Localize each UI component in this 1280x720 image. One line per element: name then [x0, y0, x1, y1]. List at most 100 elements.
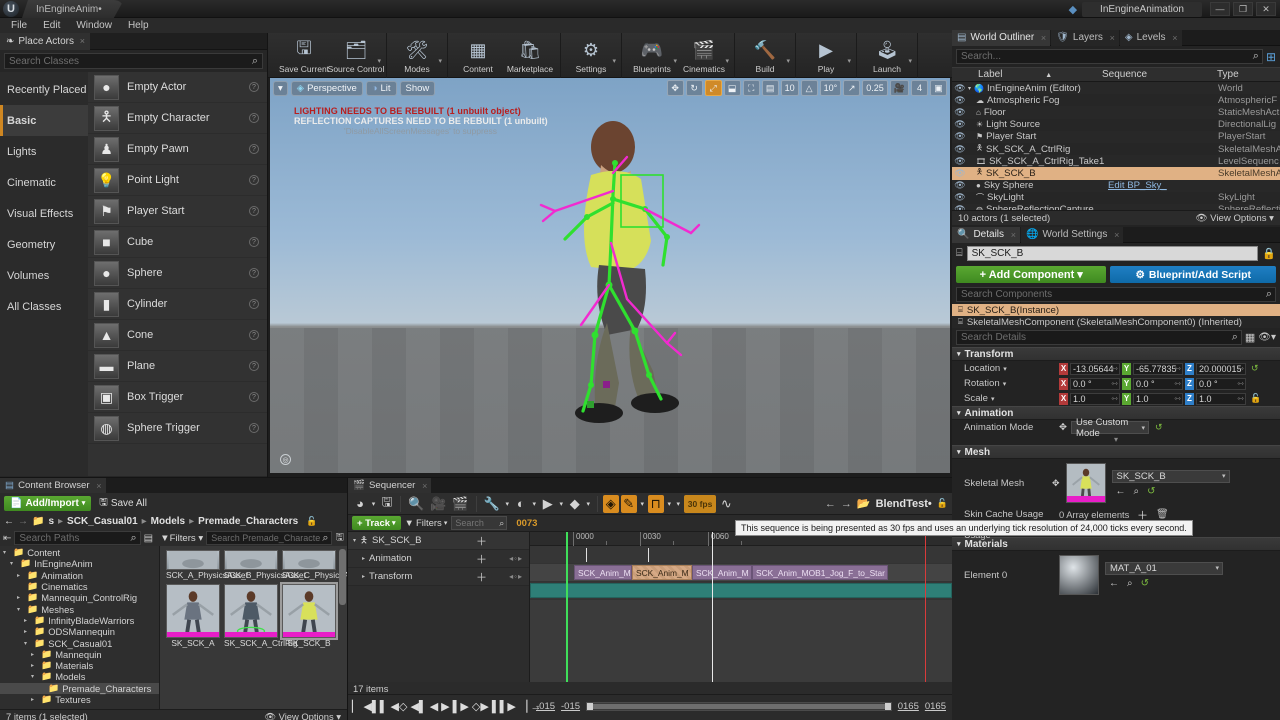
expander-icon[interactable]: ▾ — [31, 673, 38, 680]
toolbar-marketplace-button[interactable]: 🛍 Marketplace — [504, 35, 556, 78]
lock-icon[interactable]: 🔓 — [306, 516, 317, 527]
breadcrumb-segment[interactable]: s — [48, 516, 54, 527]
place-actor-item[interactable]: 🯅 Empty Character? — [88, 103, 267, 134]
tree-node[interactable]: ▸ 📁 Mannequin — [0, 649, 159, 660]
chevron-down-icon[interactable]: ▾ — [725, 57, 729, 65]
toolbar-source-control-button[interactable]: 🗂 Source Control ▾ — [328, 35, 385, 78]
help-icon[interactable]: ? — [249, 361, 259, 371]
asset-thumbnail[interactable] — [166, 584, 220, 638]
help-icon[interactable]: ? — [249, 237, 259, 247]
asset-tile[interactable]: SK_SCK_B — [280, 582, 338, 648]
location-x-field[interactable]: -13.05644 ⇿ — [1070, 362, 1120, 375]
outliner-row-sequence[interactable]: Edit BP_Sky_ — [1108, 180, 1218, 191]
skeletal-mesh-thumbnail[interactable] — [1065, 463, 1106, 503]
blueprint-add-script-button[interactable]: ⚙ Blueprint/Add Script — [1110, 266, 1276, 283]
key-navigation-icons[interactable]: ◂◦▸ — [509, 554, 523, 563]
browse-to-asset-icon[interactable]: ← — [1109, 578, 1119, 589]
breadcrumb-segment[interactable]: Models — [151, 516, 185, 527]
add-import-button[interactable]: 📄 Add/Import ▾ — [4, 495, 92, 511]
chevron-down-icon[interactable]: ▾ — [991, 395, 995, 403]
tree-node[interactable]: ▸ 📁 Materials — [0, 660, 159, 671]
add-to-track-icon[interactable]: ＋ — [476, 551, 487, 567]
drag-handle-icon[interactable]: ⇿ — [1111, 364, 1118, 373]
add-component-button[interactable]: + Add Component ▾ — [956, 266, 1107, 283]
outliner-row[interactable]: 👁 ● Sky Sphere Edit BP_Sky_ — [952, 179, 1280, 192]
fps-selector[interactable]: 30 fps — [683, 494, 717, 513]
rotation-x-field[interactable]: 0.0 ° ⇿ — [1070, 377, 1120, 390]
toolbar-modes-button[interactable]: 🛠 Modes ▾ — [391, 35, 443, 78]
next-key-icon[interactable]: ◇▶ — [472, 700, 489, 713]
place-actor-item[interactable]: ● Sphere? — [88, 258, 267, 289]
chevron-down-icon[interactable]: ▾ — [370, 495, 377, 513]
menu-item-file[interactable]: File — [4, 19, 34, 32]
breadcrumb-segment[interactable]: Premade_Characters — [198, 516, 298, 527]
actor-name-field[interactable]: SK_SCK_B — [966, 246, 1259, 261]
column-header-sequence[interactable]: Sequence — [1102, 69, 1217, 80]
place-actor-item[interactable]: ▣ Box Trigger? — [88, 382, 267, 413]
visibility-eye-icon[interactable]: 👁 — [952, 168, 968, 179]
render-movie-icon[interactable]: 🎬 — [450, 495, 470, 513]
content-browser-view-options[interactable]: 👁 View Options ▾ — [264, 711, 341, 720]
component-row[interactable]: ⌸ SK_SCK_B(Instance) — [952, 304, 1280, 316]
asset-thumbnail[interactable] — [224, 550, 278, 570]
tree-node[interactable]: ▾ 📁 InEngineAnim — [0, 558, 159, 569]
chevron-down-icon[interactable]: ▾ — [585, 495, 592, 513]
close-icon[interactable]: × — [422, 481, 427, 491]
scale-icon[interactable]: ⤢ — [704, 80, 722, 96]
play-icon[interactable]: ▶ — [441, 700, 449, 713]
drag-handle-icon[interactable]: ⇿ — [1237, 379, 1244, 388]
drag-handle-icon[interactable]: ⇿ — [1237, 364, 1244, 373]
chevron-down-icon[interactable]: ▾ — [558, 495, 565, 513]
step-back-large-icon[interactable]: ◀▌▌ — [363, 700, 387, 713]
rotation-snap-value[interactable]: 10° — [819, 80, 842, 96]
chevron-down-icon[interactable]: ▾ — [786, 57, 790, 65]
tab-sequencer[interactable]: 🎬 Sequencer × — [348, 478, 432, 493]
asset-thumbnail[interactable] — [280, 582, 338, 640]
animation-clip[interactable]: SCK_Anim_MOB1_Jog_F_to_Star — [752, 565, 888, 580]
place-actors-category-all-classes[interactable]: All Classes — [0, 291, 88, 322]
help-icon[interactable]: ? — [249, 113, 259, 123]
grid-size-value[interactable]: 10 — [780, 80, 799, 96]
toolbar-build-button[interactable]: 🔨 Build ▾ — [739, 35, 791, 78]
reset-animation-mode-icon[interactable]: ↺ — [1155, 422, 1163, 433]
expander-icon[interactable]: ▸ — [362, 555, 365, 562]
toolbar-content-button[interactable]: ▦ Content — [452, 35, 504, 78]
tree-node[interactable]: 📁 Cinematics — [0, 581, 159, 592]
outliner-row[interactable]: 👁 ☁ Atmospheric Fog AtmosphericF — [952, 94, 1280, 106]
toolbar-launch-button[interactable]: 🕹 Launch ▾ — [861, 35, 913, 78]
create-camera-icon[interactable]: 🎥 — [428, 495, 448, 513]
project-tab[interactable]: InEngineAnim• — [22, 0, 124, 18]
visibility-eye-icon[interactable]: 👁 — [952, 192, 968, 203]
step-forward-icon[interactable]: ▌▶ — [453, 700, 469, 713]
rotate-icon[interactable]: ↻ — [685, 80, 703, 96]
snapping-icon[interactable]: ⊓ — [647, 494, 664, 513]
place-actor-item[interactable]: ♟ Empty Pawn? — [88, 134, 267, 165]
tree-node[interactable]: ▸ 📁 ODSMannequin — [0, 626, 159, 637]
actions-icon[interactable]: 🔧 — [482, 495, 502, 513]
menu-item-window[interactable]: Window — [69, 19, 119, 32]
toolbar-play-button[interactable]: ▶ Play ▾ — [800, 35, 852, 78]
rotation-y-field[interactable]: 0.0 ° ⇿ — [1133, 377, 1183, 390]
lock-icon[interactable]: 🔓 — [937, 498, 948, 509]
location-z-field[interactable]: 20.000015 ⇿ — [1196, 362, 1246, 375]
asset-tile[interactable]: SK_SCK_A — [166, 584, 220, 648]
tree-node[interactable]: 📁 Premade_Characters — [0, 682, 159, 694]
chevron-down-icon[interactable]: ▾ — [377, 57, 381, 65]
expander-icon[interactable]: ▾ — [17, 606, 24, 613]
scale-z-field[interactable]: 1.0 ⇿ — [1196, 392, 1246, 405]
toolbar-settings-button[interactable]: ⚙ Settings ▾ — [565, 35, 617, 78]
animation-clip[interactable]: SCK_Anim_M — [574, 565, 632, 580]
visibility-eye-icon[interactable]: 👁 — [952, 119, 968, 130]
skeletal-mesh-keyframe-icon[interactable]: ✥ — [1052, 478, 1060, 489]
drag-handle-icon[interactable]: ⇿ — [1237, 394, 1244, 403]
reset-mesh-icon[interactable]: ↺ — [1147, 486, 1155, 497]
visibility-eye-icon[interactable]: 👁 — [952, 83, 968, 94]
menu-item-edit[interactable]: Edit — [36, 19, 67, 32]
close-icon[interactable]: × — [96, 481, 101, 491]
chevron-down-icon[interactable]: ▾ — [666, 495, 673, 513]
help-icon[interactable]: ? — [249, 392, 259, 402]
chevron-down-icon[interactable]: ▾ — [847, 57, 851, 65]
general-options-icon[interactable]: ◕ — [352, 495, 368, 513]
viewport-view-mode-button[interactable]: ◑ Lit — [365, 80, 397, 96]
outliner-row[interactable]: 👁 🯅 SK_SCK_B SkeletalMeshA — [952, 167, 1280, 180]
